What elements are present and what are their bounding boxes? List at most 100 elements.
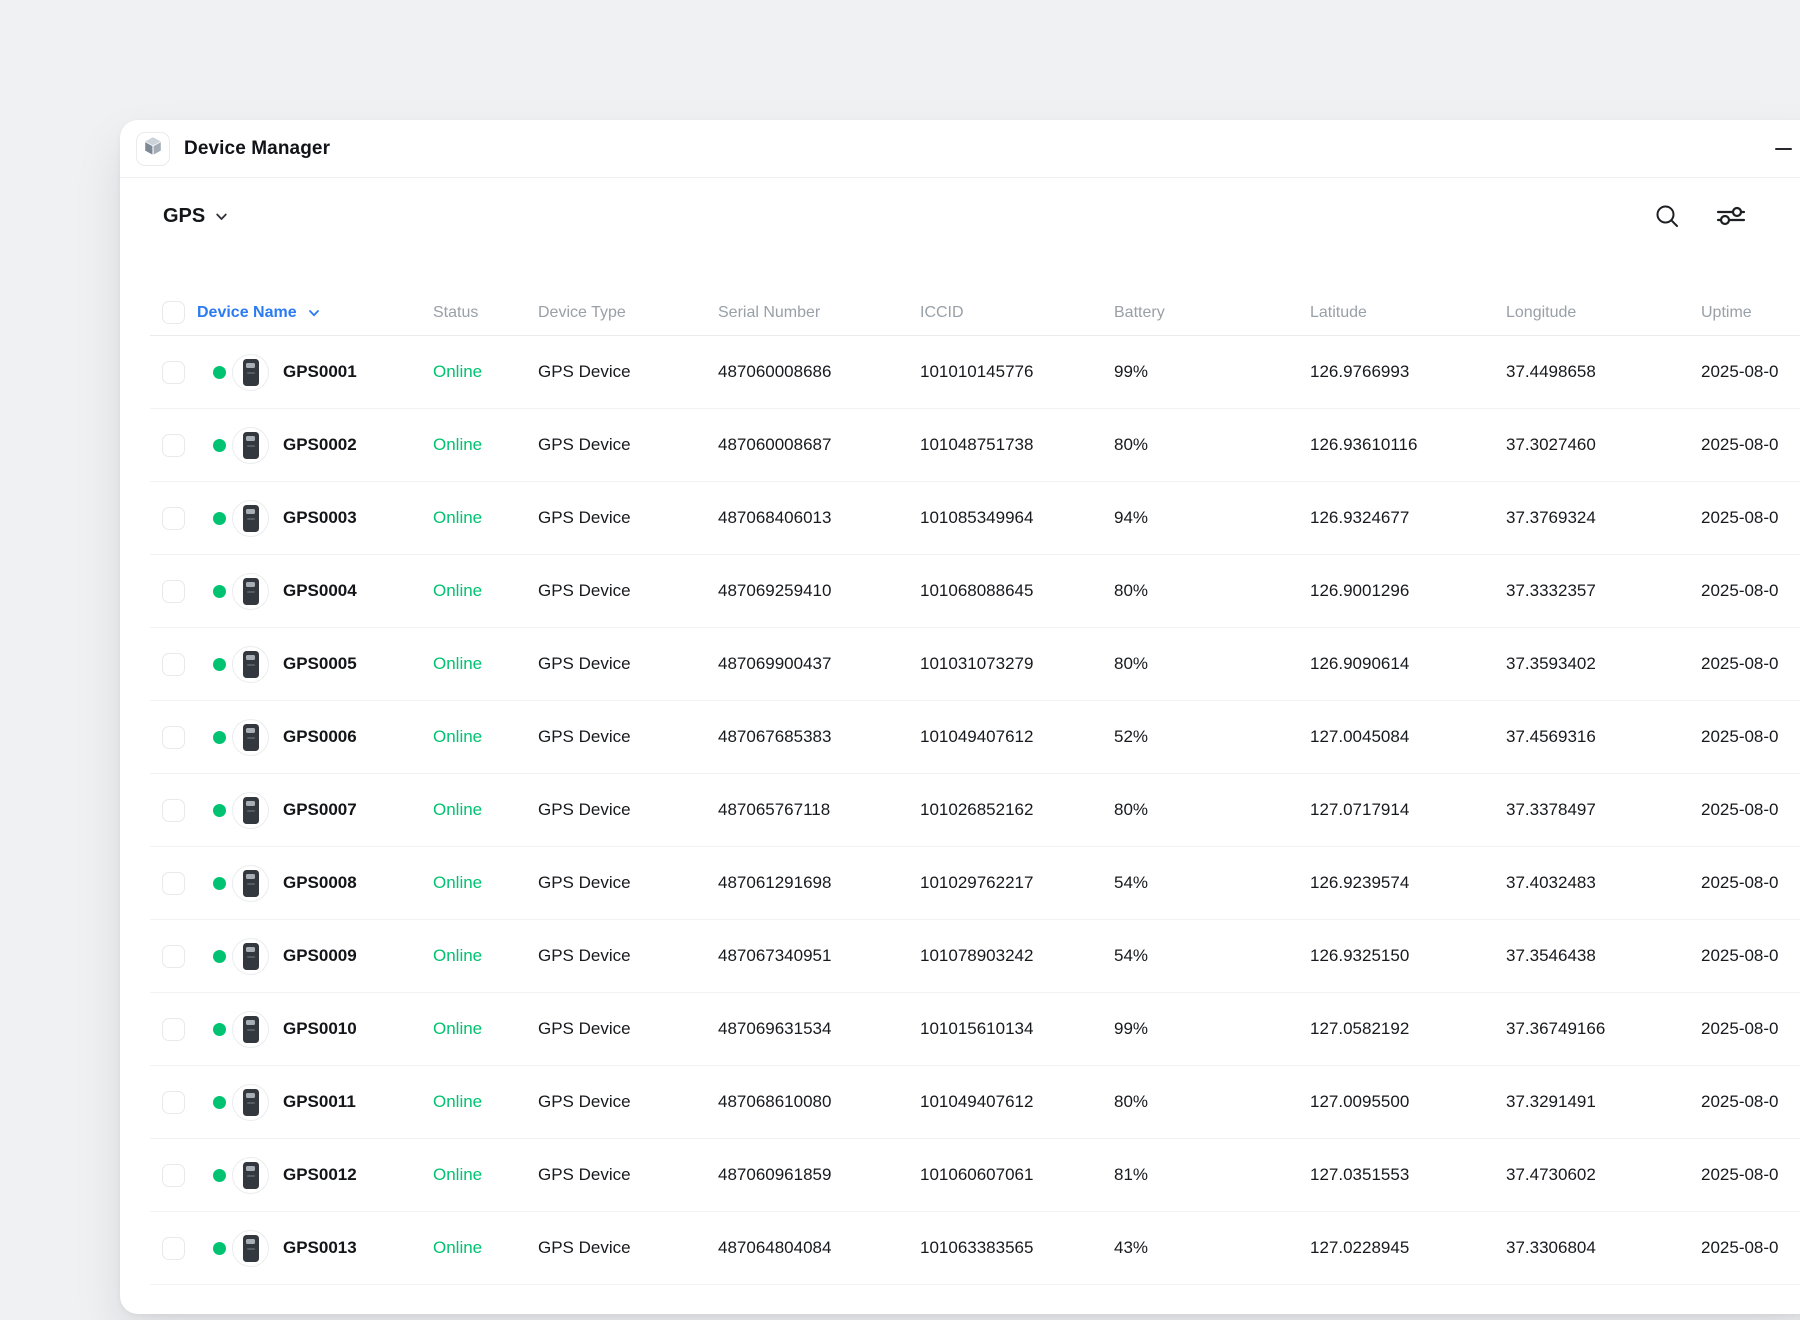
latitude-value: 126.9325150 xyxy=(1310,946,1506,966)
table-row[interactable]: GPS0008 Online GPS Device 487061291698 1… xyxy=(150,847,1800,920)
table-row[interactable]: GPS0003 Online GPS Device 487068406013 1… xyxy=(150,482,1800,555)
device-name-cell: GPS0006 xyxy=(197,701,433,773)
table-row[interactable]: GPS0001 Online GPS Device 487060008686 1… xyxy=(150,336,1800,409)
longitude-value: 37.4032483 xyxy=(1506,873,1701,893)
column-header-device-name[interactable]: Device Name xyxy=(197,304,433,322)
table-row[interactable]: GPS0005 Online GPS Device 487069900437 1… xyxy=(150,628,1800,701)
longitude-value: 37.4569316 xyxy=(1506,727,1701,747)
device-avatar xyxy=(232,646,269,683)
table-row[interactable]: GPS0013 Online GPS Device 487064804084 1… xyxy=(150,1212,1800,1285)
device-name-header-label: Device Name xyxy=(197,304,297,322)
uptime-value: 2025-08-0 xyxy=(1701,800,1800,820)
table-row[interactable]: GPS0004 Online GPS Device 487069259410 1… xyxy=(150,555,1800,628)
minimize-button[interactable] xyxy=(1768,134,1798,164)
device-type-value: GPS Device xyxy=(538,435,718,455)
battery-value: 43% xyxy=(1114,1238,1310,1258)
latitude-value: 126.9090614 xyxy=(1310,654,1506,674)
online-status-dot-icon xyxy=(213,366,226,379)
device-name-cell: GPS0004 xyxy=(197,555,433,627)
row-checkbox[interactable] xyxy=(162,799,185,822)
longitude-value: 37.3291491 xyxy=(1506,1092,1701,1112)
device-type-value: GPS Device xyxy=(538,1165,718,1185)
app-icon-box xyxy=(136,132,170,166)
select-all-checkbox[interactable] xyxy=(162,301,185,324)
column-header-device-type[interactable]: Device Type xyxy=(538,304,718,322)
column-header-iccid[interactable]: ICCID xyxy=(920,304,1114,322)
device-name-text: GPS0003 xyxy=(283,508,357,528)
column-header-longitude[interactable]: Longitude xyxy=(1506,304,1701,322)
longitude-value: 37.3546438 xyxy=(1506,946,1701,966)
device-type-value: GPS Device xyxy=(538,362,718,382)
serial-number-value: 487069900437 xyxy=(718,654,920,674)
row-checkbox-cell xyxy=(150,434,197,457)
device-name-text: GPS0011 xyxy=(283,1092,356,1112)
row-checkbox[interactable] xyxy=(162,653,185,676)
device-type-value: GPS Device xyxy=(538,654,718,674)
device-avatar xyxy=(232,865,269,902)
device-type-value: GPS Device xyxy=(538,946,718,966)
sliders-icon xyxy=(1716,203,1746,229)
online-status-dot-icon xyxy=(213,950,226,963)
row-checkbox[interactable] xyxy=(162,1237,185,1260)
device-table: Device Name Status Device Type Serial Nu… xyxy=(150,290,1800,1285)
device-name-text: GPS0001 xyxy=(283,362,357,382)
device-name-text: GPS0010 xyxy=(283,1019,357,1039)
battery-value: 52% xyxy=(1114,727,1310,747)
row-checkbox[interactable] xyxy=(162,726,185,749)
device-name-text: GPS0012 xyxy=(283,1165,357,1185)
row-checkbox[interactable] xyxy=(162,945,185,968)
table-row[interactable]: GPS0002 Online GPS Device 487060008687 1… xyxy=(150,409,1800,482)
serial-number-value: 487068406013 xyxy=(718,508,920,528)
uptime-value: 2025-08-0 xyxy=(1701,873,1800,893)
device-name-cell: GPS0010 xyxy=(197,993,433,1065)
online-status-dot-icon xyxy=(213,658,226,671)
device-type-dropdown[interactable]: GPS xyxy=(163,178,229,254)
column-header-latitude[interactable]: Latitude xyxy=(1310,304,1506,322)
row-checkbox[interactable] xyxy=(162,1018,185,1041)
row-checkbox[interactable] xyxy=(162,361,185,384)
filter-settings-button[interactable] xyxy=(1714,199,1748,233)
search-button[interactable] xyxy=(1650,199,1684,233)
row-checkbox[interactable] xyxy=(162,872,185,895)
column-header-uptime[interactable]: Uptime xyxy=(1701,304,1800,322)
minimize-icon xyxy=(1775,148,1792,151)
uptime-value: 2025-08-0 xyxy=(1701,1238,1800,1258)
column-header-battery[interactable]: Battery xyxy=(1114,304,1310,322)
longitude-value: 37.3593402 xyxy=(1506,654,1701,674)
table-row[interactable]: GPS0011 Online GPS Device 487068610080 1… xyxy=(150,1066,1800,1139)
gps-tracker-icon xyxy=(243,870,259,897)
iccid-value: 101063383565 xyxy=(920,1238,1114,1258)
table-row[interactable]: GPS0010 Online GPS Device 487069631534 1… xyxy=(150,993,1800,1066)
latitude-value: 126.9766993 xyxy=(1310,362,1506,382)
iccid-value: 101010145776 xyxy=(920,362,1114,382)
table-row[interactable]: GPS0007 Online GPS Device 487065767118 1… xyxy=(150,774,1800,847)
battery-value: 54% xyxy=(1114,946,1310,966)
battery-value: 80% xyxy=(1114,1092,1310,1112)
serial-number-value: 487060008686 xyxy=(718,362,920,382)
table-row[interactable]: GPS0009 Online GPS Device 487067340951 1… xyxy=(150,920,1800,993)
column-header-serial-number[interactable]: Serial Number xyxy=(718,304,920,322)
online-status-dot-icon xyxy=(213,439,226,452)
iccid-value: 101060607061 xyxy=(920,1165,1114,1185)
table-row[interactable]: GPS0012 Online GPS Device 487060961859 1… xyxy=(150,1139,1800,1212)
table-row[interactable]: GPS0006 Online GPS Device 487067685383 1… xyxy=(150,701,1800,774)
device-type-value: GPS Device xyxy=(538,1238,718,1258)
row-checkbox-cell xyxy=(150,1237,197,1260)
row-checkbox[interactable] xyxy=(162,1164,185,1187)
longitude-value: 37.4498658 xyxy=(1506,362,1701,382)
gps-tracker-icon xyxy=(243,505,259,532)
serial-number-value: 487067685383 xyxy=(718,727,920,747)
row-checkbox[interactable] xyxy=(162,434,185,457)
clipped-edge-button[interactable] xyxy=(1792,199,1800,233)
device-avatar xyxy=(232,1084,269,1121)
device-avatar xyxy=(232,719,269,756)
uptime-value: 2025-08-0 xyxy=(1701,435,1800,455)
row-checkbox-cell xyxy=(150,1018,197,1041)
column-header-status[interactable]: Status xyxy=(433,304,538,322)
online-status-dot-icon xyxy=(213,1023,226,1036)
row-checkbox[interactable] xyxy=(162,580,185,603)
row-checkbox[interactable] xyxy=(162,1091,185,1114)
row-checkbox-cell xyxy=(150,726,197,749)
row-checkbox[interactable] xyxy=(162,507,185,530)
status-value: Online xyxy=(433,362,538,382)
